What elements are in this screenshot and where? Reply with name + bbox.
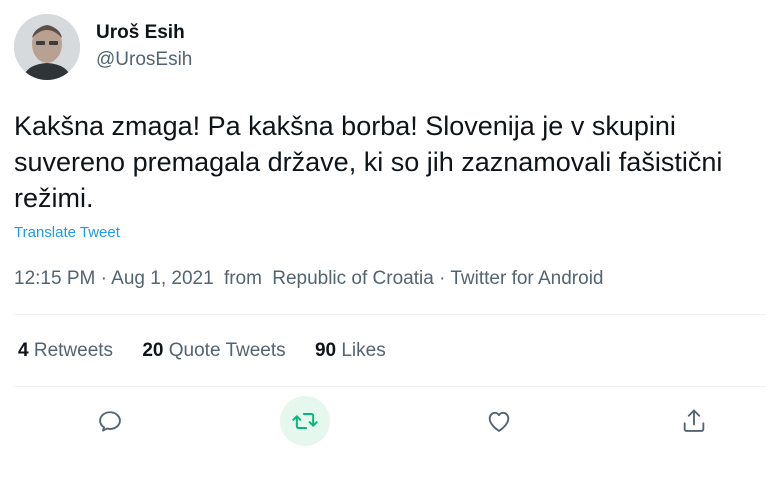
- avatar[interactable]: [14, 14, 80, 80]
- reply-icon: [99, 411, 121, 432]
- engagement-stats: 4 Retweets 20 Quote Tweets 90 Likes: [18, 340, 410, 362]
- tweet-location[interactable]: Republic of Croatia: [272, 268, 434, 289]
- retweet-button[interactable]: [280, 396, 330, 446]
- separator-dot: ·: [100, 268, 112, 289]
- author-handle[interactable]: @UrosEsih: [96, 49, 192, 71]
- avatar-image: [14, 14, 80, 80]
- translate-tweet-link[interactable]: Translate Tweet: [14, 224, 120, 241]
- heart-icon: [488, 411, 510, 432]
- tweet-text: Kakšna zmaga! Pa kakšna borba! Slovenija…: [14, 111, 723, 213]
- like-button[interactable]: [474, 396, 524, 446]
- from-prefix: from: [223, 268, 262, 289]
- quote-tweets-count: 20: [142, 340, 164, 361]
- tweet-time[interactable]: 12:15 PM: [14, 268, 95, 289]
- likes-label: Likes: [341, 340, 386, 361]
- retweets-stat[interactable]: 4 Retweets: [18, 340, 113, 362]
- share-button[interactable]: [669, 396, 719, 446]
- retweets-label: Retweets: [33, 340, 114, 361]
- separator-dot: ·: [439, 268, 451, 289]
- quote-tweets-stat[interactable]: 20 Quote Tweets: [142, 340, 285, 362]
- likes-stat[interactable]: 90 Likes: [315, 340, 386, 362]
- tweet-metadata: 12:15 PM · Aug 1, 2021 from Republic of …: [14, 268, 603, 290]
- retweets-count: 4: [18, 340, 29, 361]
- tweet-actions-bar: [0, 396, 780, 446]
- reply-button[interactable]: [85, 396, 135, 446]
- divider: [14, 386, 766, 387]
- tweet-source[interactable]: Twitter for Android: [450, 268, 603, 289]
- divider: [14, 314, 766, 315]
- retweet-icon: [292, 413, 318, 429]
- quote-tweets-label: Quote Tweets: [168, 340, 286, 361]
- share-icon: [683, 409, 705, 432]
- author-name[interactable]: Uroš Esih: [96, 22, 185, 44]
- likes-count: 90: [314, 340, 337, 361]
- tweet-date[interactable]: Aug 1, 2021: [111, 268, 213, 289]
